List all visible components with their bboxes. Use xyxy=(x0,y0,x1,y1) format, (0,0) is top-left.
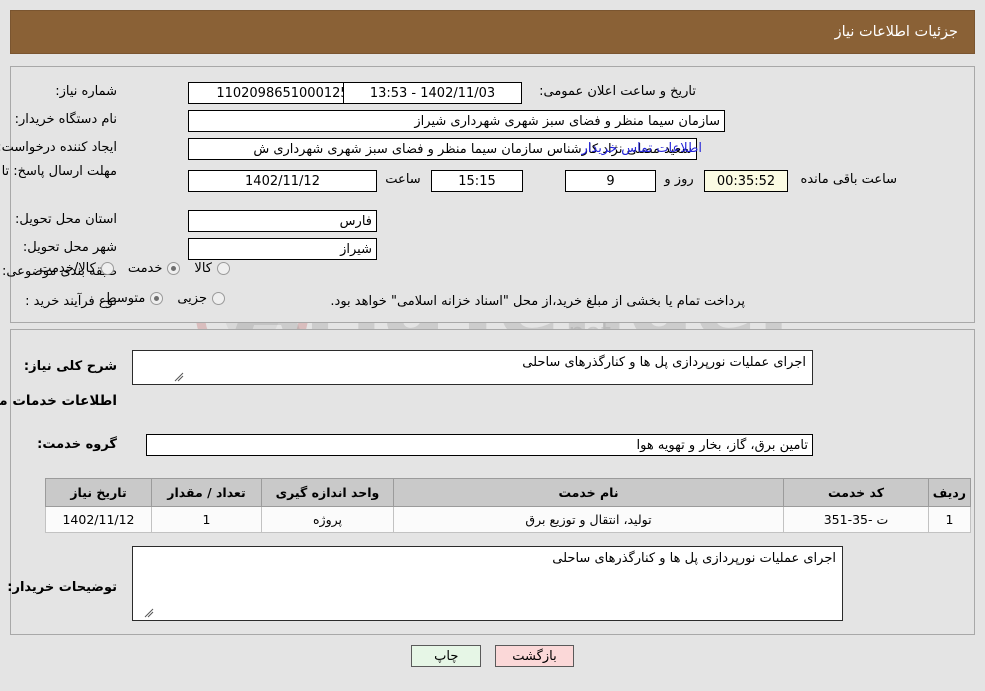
service-group-value: تامین برق، گاز، بخار و تهویه هوا xyxy=(146,434,813,456)
deadline-time-value: 15:15 xyxy=(431,170,523,192)
need-number-label: شماره نیاز: xyxy=(55,84,117,99)
category-radio-group: کالا خدمت کالا/خدمت xyxy=(25,261,230,276)
buyer-notes-label: توضیحات خریدار: xyxy=(7,580,117,595)
remaining-days-label: روز و xyxy=(664,172,694,187)
category-radio-kala-label: کالا xyxy=(194,261,212,276)
col-date: تاریخ نیاز xyxy=(45,478,152,507)
col-code: کد خدمت xyxy=(783,478,929,507)
category-radio-khedmat[interactable] xyxy=(167,262,181,275)
remaining-days-value: 9 xyxy=(565,170,656,192)
col-unit: واحد اندازه گیری xyxy=(261,478,394,507)
deadline-date-value: 1402/11/12 xyxy=(188,170,377,192)
category-radio-kala[interactable] xyxy=(217,262,230,275)
page-header-bar: جزئیات اطلاعات نیاز xyxy=(10,10,975,54)
buyer-org-value: سازمان سیما منظر و فضای سبز شهری شهرداری… xyxy=(188,110,725,132)
table-header-row: ردیف کد خدمت نام خدمت واحد اندازه گیری ت… xyxy=(45,478,971,507)
process-note: پرداخت تمام یا بخشی از مبلغ خرید،از محل … xyxy=(330,294,745,309)
general-desc-label: شرح کلی نیاز: xyxy=(23,359,117,374)
city-label: شهر محل تحویل: xyxy=(22,240,117,255)
cell-code: ت -35-351 xyxy=(783,506,929,533)
province-value: فارس xyxy=(188,210,377,232)
cell-index: 1 xyxy=(928,506,971,533)
cell-unit: پروژه xyxy=(261,506,394,533)
remaining-time-label: ساعت باقی مانده xyxy=(800,172,897,187)
city-value: شیراز xyxy=(188,238,377,260)
services-section-title: اطلاعات خدمات مورد نیاز xyxy=(0,393,117,409)
buyer-contact-link[interactable]: اطلاعات تماس خریدار xyxy=(582,141,702,156)
need-summary-panel xyxy=(10,66,975,323)
deadline-hour-label: ساعت xyxy=(385,172,421,187)
col-quantity: تعداد / مقدار xyxy=(151,478,262,507)
table-row: 1 ت -35-351 تولید، انتقال و توزیع برق پر… xyxy=(45,506,971,533)
announce-datetime-label: تاریخ و ساعت اعلان عمومی: xyxy=(539,84,696,99)
print-button[interactable]: چاپ xyxy=(411,645,482,667)
province-label: استان محل تحویل: xyxy=(15,212,117,227)
buyer-org-label: نام دستگاه خریدار: xyxy=(14,112,117,127)
cell-date: 1402/11/12 xyxy=(45,506,152,533)
deadline-label: مهلت ارسال پاسخ: تا تاریخ: xyxy=(0,164,117,179)
remaining-time-value: 00:35:52 xyxy=(704,170,788,192)
footer-buttons: بازگشت چاپ xyxy=(0,645,985,667)
category-radio-kala-khedmat-label: کالا/خدمت xyxy=(39,261,96,276)
services-table: ردیف کد خدمت نام خدمت واحد اندازه گیری ت… xyxy=(45,478,971,533)
process-radio-group: جزیی متوسط xyxy=(90,291,225,306)
general-desc-value[interactable]: اجرای عملیات نورپردازی پل ها و کنارگذرها… xyxy=(132,350,813,385)
process-radio-jozei[interactable] xyxy=(212,292,225,305)
col-name: نام خدمت xyxy=(393,478,784,507)
buyer-notes-value[interactable]: اجرای عملیات نورپردازی پل ها و کنارگذرها… xyxy=(132,546,843,621)
process-radio-motevaset[interactable] xyxy=(150,292,164,305)
page-root: AriaTender .net جزئیات اطلاعات نیاز شمار… xyxy=(0,0,985,691)
category-radio-khedmat-label: خدمت xyxy=(127,261,163,276)
process-radio-jozei-label: جزیی xyxy=(177,291,207,306)
service-group-label: گروه خدمت: xyxy=(37,437,117,452)
back-button[interactable]: بازگشت xyxy=(495,645,574,667)
page-title: جزئیات اطلاعات نیاز xyxy=(834,24,958,40)
category-radio-kala-khedmat[interactable] xyxy=(100,262,114,275)
announce-datetime-value: 1402/11/03 - 13:53 xyxy=(343,82,522,104)
requester-label: ایجاد کننده درخواست: xyxy=(0,140,117,155)
cell-name: تولید، انتقال و توزیع برق xyxy=(393,506,784,533)
cell-quantity: 1 xyxy=(151,506,262,533)
process-radio-motevaset-label: متوسط xyxy=(104,291,146,306)
col-index: ردیف xyxy=(928,478,971,507)
